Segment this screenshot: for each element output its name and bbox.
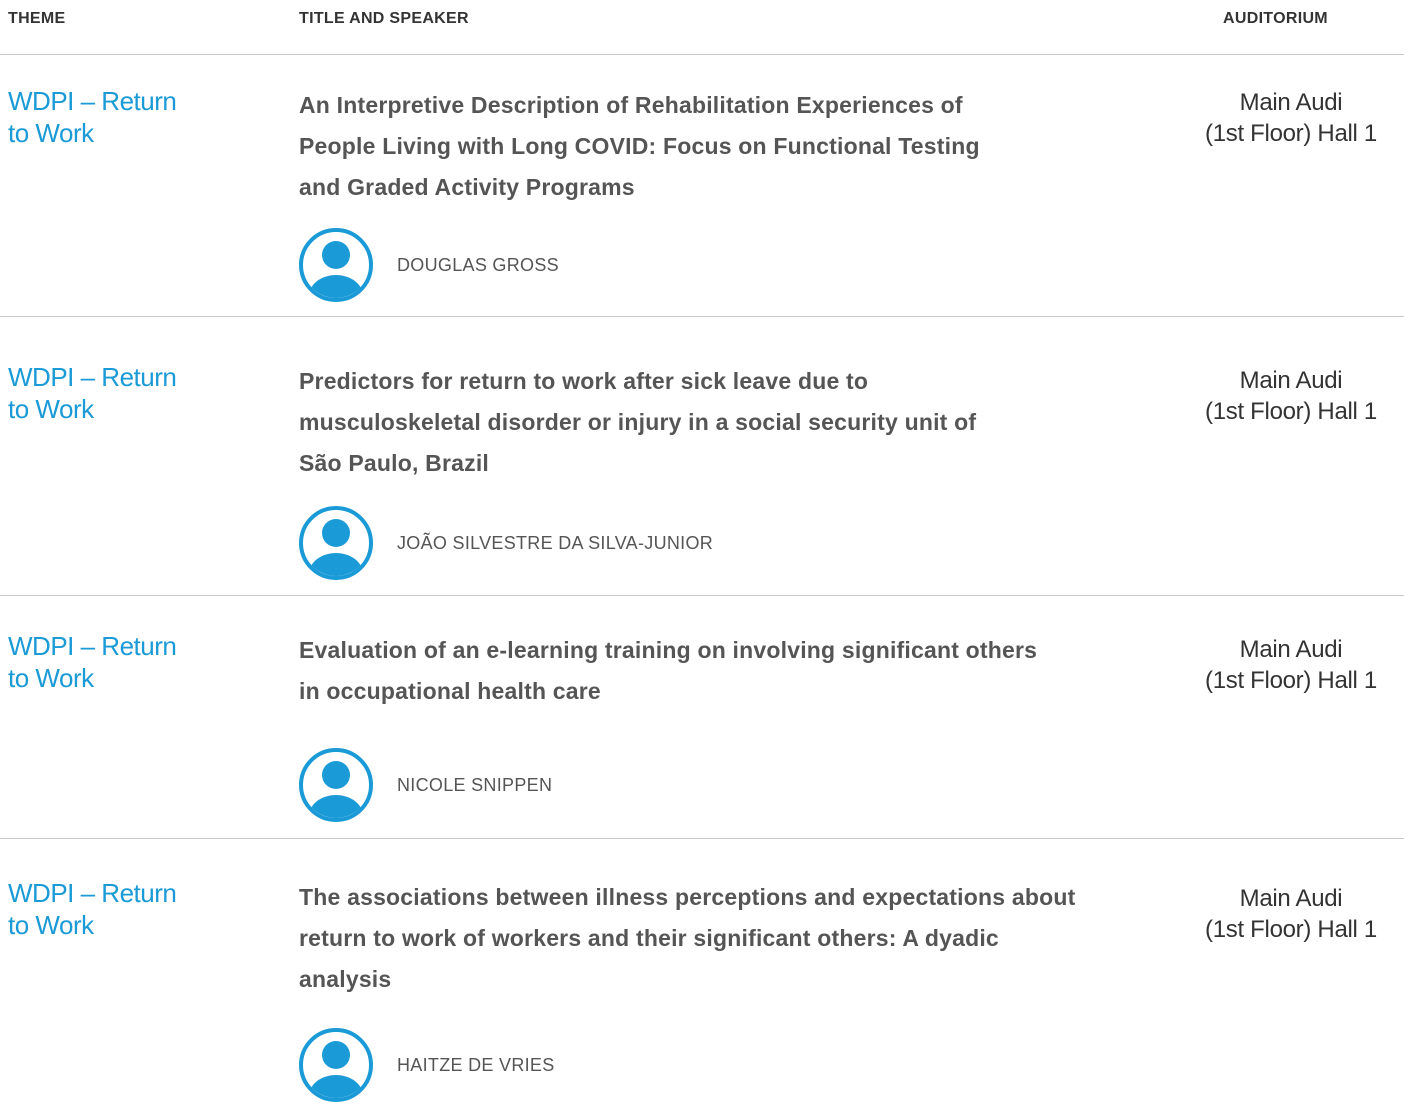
auditorium-line: Main Audi: [1239, 636, 1343, 663]
theme-line: to Work: [8, 663, 94, 693]
user-avatar-icon: [299, 748, 373, 822]
speaker-name: HAITZE DE VRIES: [397, 1054, 555, 1075]
session-title: Predictors for return to work after sick…: [299, 368, 977, 476]
session-title: The associations between illness percept…: [299, 884, 1076, 992]
session-theme-link[interactable]: WDPI – Return to Work: [8, 85, 198, 149]
theme-line: to Work: [8, 118, 94, 148]
user-avatar-icon: [299, 506, 373, 580]
session-row: WDPI – Return to Work Predictors for ret…: [0, 317, 1404, 596]
theme-line: WDPI – Return: [8, 878, 177, 908]
speaker-name: JOÃO SILVESTRE DA SILVA-JUNIOR: [397, 532, 714, 553]
session-title: An Interpretive Description of Rehabilit…: [299, 92, 980, 200]
session-row: WDPI – Return to Work An Interpretive De…: [0, 55, 1404, 317]
speaker: DOUGLAS GROSS: [299, 227, 559, 303]
auditorium-line: (1st Floor) Hall 1: [1205, 398, 1377, 425]
session-row: WDPI – Return to Work The associations b…: [0, 839, 1404, 1111]
theme-line: to Work: [8, 394, 94, 424]
table-header: THEME TITLE AND SPEAKER AUDITORIUM: [0, 0, 1404, 55]
auditorium-line: (1st Floor) Hall 1: [1205, 120, 1377, 147]
column-header-title-speaker: TITLE AND SPEAKER: [299, 10, 469, 27]
auditorium: Main Audi (1st Floor) Hall 1: [1180, 87, 1402, 149]
auditorium: Main Audi (1st Floor) Hall 1: [1180, 883, 1402, 945]
speaker-name: NICOLE SNIPPEN: [397, 774, 553, 795]
speaker: HAITZE DE VRIES: [299, 1027, 555, 1103]
theme-line: WDPI – Return: [8, 631, 177, 661]
speaker: JOÃO SILVESTRE DA SILVA-JUNIOR: [299, 505, 713, 581]
session-row: WDPI – Return to Work Evaluation of an e…: [0, 596, 1404, 839]
auditorium-line: (1st Floor) Hall 1: [1205, 667, 1377, 694]
session-title: Evaluation of an e-learning training on …: [299, 637, 1038, 704]
session-theme-link[interactable]: WDPI – Return to Work: [8, 877, 198, 941]
theme-line: to Work: [8, 910, 94, 940]
session-theme-link[interactable]: WDPI – Return to Work: [8, 361, 198, 425]
column-header-auditorium: AUDITORIUM: [1223, 10, 1328, 27]
speaker-name: DOUGLAS GROSS: [397, 254, 559, 275]
user-avatar-icon: [299, 1028, 373, 1102]
auditorium: Main Audi (1st Floor) Hall 1: [1180, 634, 1402, 696]
auditorium-line: Main Audi: [1239, 885, 1343, 912]
session-theme-link[interactable]: WDPI – Return to Work: [8, 630, 198, 694]
auditorium: Main Audi (1st Floor) Hall 1: [1180, 365, 1402, 427]
auditorium-line: Main Audi: [1239, 367, 1343, 394]
column-header-theme: THEME: [8, 10, 66, 27]
speaker: NICOLE SNIPPEN: [299, 747, 552, 823]
auditorium-line: Main Audi: [1239, 89, 1343, 116]
theme-line: WDPI – Return: [8, 362, 177, 392]
auditorium-line: (1st Floor) Hall 1: [1205, 916, 1377, 943]
theme-line: WDPI – Return: [8, 86, 177, 116]
user-avatar-icon: [299, 228, 373, 302]
